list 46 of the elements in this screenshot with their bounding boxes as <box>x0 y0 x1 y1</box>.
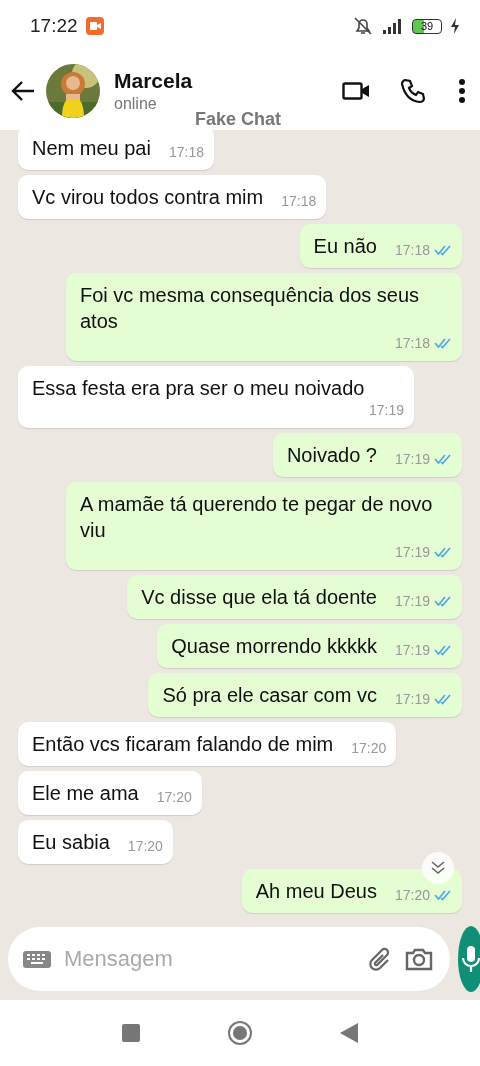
message-input-field[interactable]: Mensagem <box>62 945 354 973</box>
contact-status: online <box>114 95 158 113</box>
message-text: Eu sabia <box>32 830 110 855</box>
recent-apps-icon[interactable] <box>120 1022 142 1044</box>
message-text: Vc virou todos contra mim <box>32 185 264 210</box>
message-time: 17:19 <box>394 543 430 561</box>
message-time: 17:18 <box>394 241 430 259</box>
recording-icon <box>85 17 104 35</box>
muted-bell-icon <box>352 15 374 37</box>
more-options-icon[interactable] <box>458 77 466 105</box>
overlay-label: Fake Chat <box>195 109 282 130</box>
message-text: Noivado ? <box>286 443 377 468</box>
message-field[interactable]: Mensagem <box>8 927 450 991</box>
clock-time: 17:22 <box>30 15 78 37</box>
message-time: 17:20 <box>394 886 430 904</box>
message-text: Quase morrendo kkkkk <box>171 634 377 659</box>
message-time: 17:18 <box>168 143 204 161</box>
signal-icon <box>382 18 404 34</box>
message-time: 17:19 <box>394 641 430 659</box>
message-time: 17:19 <box>368 401 404 419</box>
message-time: 17:20 <box>351 739 387 757</box>
phone-icon[interactable] <box>400 77 428 105</box>
message-text: A mamãe tá querendo te pegar de novo viu <box>80 492 434 543</box>
message-time: 17:20 <box>156 788 192 806</box>
message-text: Ah meu Deus <box>255 879 377 904</box>
message-text: Eu não <box>313 234 377 259</box>
home-icon[interactable] <box>227 1020 253 1046</box>
message-time: 17:19 <box>394 450 430 468</box>
message-text: Vc disse que ela tá doente <box>141 585 377 610</box>
message-text: Só pra ele casar com vc <box>162 683 377 708</box>
contact-name: Marcela <box>114 69 193 93</box>
microphone-button[interactable] <box>458 926 480 992</box>
scroll-down-button[interactable] <box>422 852 454 884</box>
message-text: Foi vc mesma consequência dos seus atos <box>80 283 421 334</box>
message-time: 17:18 <box>394 334 430 352</box>
charging-icon <box>450 18 460 34</box>
back-icon[interactable] <box>338 1022 360 1044</box>
message-text: Nem meu pai <box>32 136 151 161</box>
message-text: Ele me ama <box>32 781 139 806</box>
message-time: 17:18 <box>281 192 317 210</box>
message-time: 17:19 <box>394 690 430 708</box>
message-text: Essa festa era pra ser o meu noivado <box>32 376 365 401</box>
message-time: 17:20 <box>127 837 163 855</box>
message-time: 17:19 <box>394 592 430 610</box>
double-chevron-icon <box>429 859 447 877</box>
message-text: Então vcs ficaram falando de mim <box>32 732 334 757</box>
